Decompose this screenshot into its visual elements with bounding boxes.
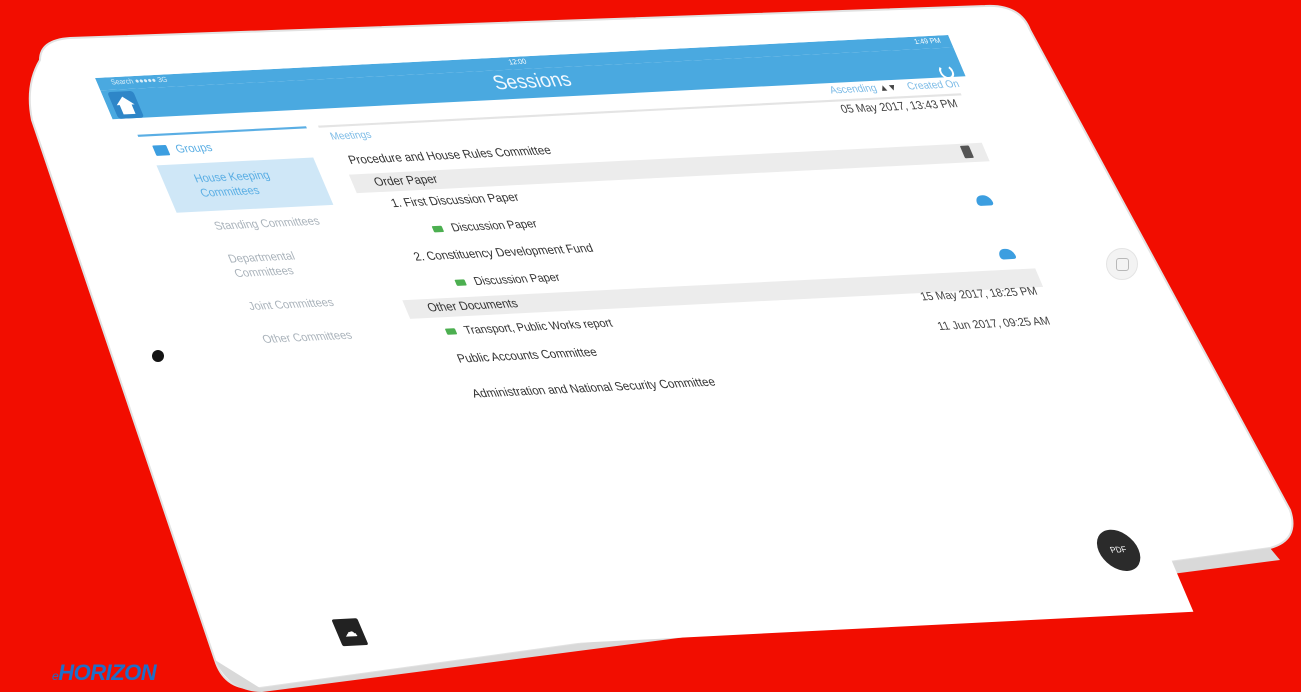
logo-text: HORIZON — [58, 660, 157, 685]
document-label: Discussion Paper — [471, 271, 563, 289]
front-camera — [152, 350, 164, 362]
folder-icon — [152, 144, 171, 156]
clock: 12:00 — [507, 58, 529, 67]
document-label: Discussion Paper — [449, 217, 540, 235]
document-icon — [454, 279, 467, 287]
trash-icon[interactable] — [959, 145, 975, 159]
meeting-date: 15 May 2017, 18:25 PM — [918, 285, 1040, 304]
sidebar-item-departmental[interactable]: Departmental Committees — [185, 238, 374, 294]
carrier-label: Search ●●●●● 3G — [109, 76, 169, 87]
meeting-title-label: Public Accounts Committee — [455, 346, 600, 366]
sidebar-item-house-keeping[interactable]: House Keeping Committees — [156, 157, 334, 213]
sort-arrows-icon[interactable]: ▲▼ — [877, 82, 899, 93]
document-icon — [444, 328, 458, 335]
cloud-download-icon[interactable] — [996, 248, 1017, 260]
sidebar-item-other[interactable]: Other Committees — [219, 318, 402, 359]
document-label: Transport, Public Works report — [462, 317, 615, 337]
meetings-label: Meetings — [328, 129, 374, 143]
meeting-date: 05 May 2017, 13:43 PM — [838, 97, 960, 116]
other-documents-label: Other Documents — [425, 297, 521, 315]
ipad-home-button[interactable] — [1106, 248, 1138, 280]
sidebar-header-label: Groups — [173, 141, 215, 156]
order-paper-label: Order Paper — [372, 173, 441, 189]
sort-ascending[interactable]: Ascending — [828, 83, 879, 97]
ipad-frame: Search ●●●●● 3G 12:00 1:49 PM Sessions A… — [0, 0, 1301, 692]
sort-created-on[interactable]: Created On — [905, 79, 961, 93]
brand-logo: eHORIZON — [52, 660, 157, 686]
cloud-upload-icon: ☁ — [339, 623, 360, 640]
document-icon — [431, 225, 445, 233]
battery-label: 1:49 PM — [913, 37, 943, 47]
pdf-button[interactable]: PDF — [1090, 528, 1148, 572]
cloud-download-icon[interactable] — [973, 194, 995, 207]
meeting-date: 11 Jun 2017, 09:25 AM — [935, 315, 1053, 334]
home-square-icon — [1116, 258, 1129, 271]
